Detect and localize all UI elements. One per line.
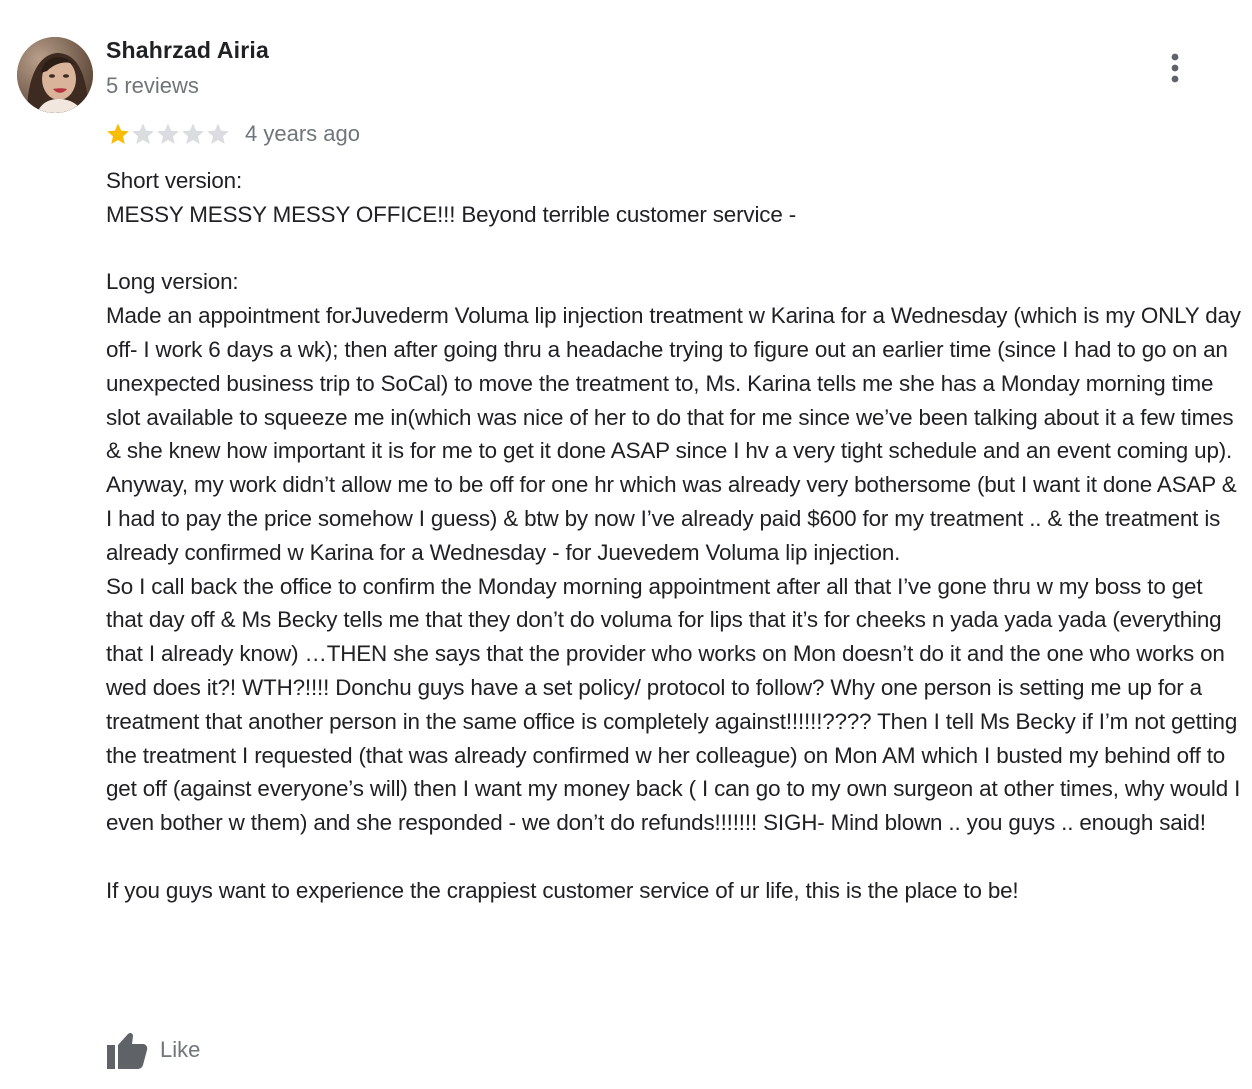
star-empty-icon [157, 123, 179, 144]
thumbs-up-icon [107, 1032, 148, 1069]
star-empty-icon [132, 123, 154, 144]
avatar[interactable] [17, 37, 93, 113]
reviewer-name[interactable]: Shahrzad Airia [106, 37, 269, 64]
more-vert-icon [1171, 53, 1179, 83]
rating-row: 4 years ago [106, 118, 360, 150]
star-empty-icon [182, 123, 204, 144]
like-label: Like [160, 1037, 201, 1062]
star-rating [106, 122, 231, 146]
review-date: 4 years ago [245, 121, 360, 146]
review-card: Shahrzad Airia 5 reviews 4 years ago Sho… [0, 0, 1252, 1089]
avatar-photo [17, 37, 93, 113]
like-button[interactable]: Like [106, 1028, 200, 1072]
star-empty-icon [207, 123, 229, 144]
review-text: Short version: MESSY MESSY MESSY OFFICE!… [106, 168, 1241, 903]
star-filled-icon [107, 123, 129, 144]
more-options-button[interactable] [1158, 48, 1192, 88]
reviewer-reviews-count[interactable]: 5 reviews [106, 73, 199, 99]
